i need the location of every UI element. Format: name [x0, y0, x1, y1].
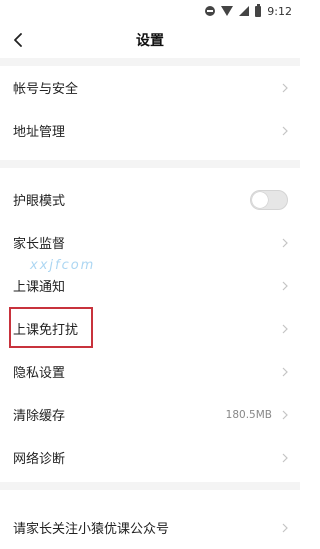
page-title: 设置 [136, 33, 164, 49]
settings-item-label: 隐私设置 [13, 366, 66, 381]
chevron-right-icon [282, 126, 288, 135]
settings-item-privacy[interactable]: 隐私设置 [0, 350, 300, 393]
settings-item-label: 地址管理 [13, 125, 66, 140]
settings-item-label: 帐号与安全 [13, 82, 79, 97]
section-divider [0, 160, 300, 168]
settings-item-label: 网络诊断 [13, 452, 66, 467]
chevron-right-icon [282, 324, 288, 333]
section-divider [0, 482, 300, 490]
settings-item-label: 请家长关注小猿优课公众号 [13, 522, 170, 537]
do-not-disturb-icon [205, 6, 216, 16]
wifi-icon [221, 6, 234, 16]
signal-icon [239, 6, 250, 16]
chevron-right-icon [282, 281, 288, 290]
chevron-right-icon [282, 523, 288, 532]
settings-group-follow: 请家长关注小猿优课公众号 [0, 506, 300, 549]
toggle-knob [252, 191, 268, 208]
settings-item-follow-official-account[interactable]: 请家长关注小猿优课公众号 [0, 506, 300, 549]
nav-bar: 设置 [0, 22, 300, 58]
status-bar: 9:12 [0, 0, 300, 22]
settings-group-account: 帐号与安全 地址管理 [0, 66, 300, 152]
settings-item-label: 上课免打扰 [13, 323, 79, 338]
watermark: xxjfcom [30, 258, 96, 273]
chevron-right-icon [282, 83, 288, 92]
settings-item-label: 上课通知 [13, 280, 66, 295]
settings-item-label: 清除缓存 [13, 409, 66, 424]
chevron-right-icon [282, 410, 288, 419]
chevron-right-icon [282, 367, 288, 376]
chevron-left-icon[interactable] [12, 33, 24, 47]
settings-item-address[interactable]: 地址管理 [0, 109, 300, 152]
settings-item-account-security[interactable]: 帐号与安全 [0, 66, 300, 109]
battery-icon [255, 3, 262, 17]
settings-item-eye-protection: 护眼模式 [0, 178, 300, 221]
settings-item-network-diagnosis[interactable]: 网络诊断 [0, 436, 300, 479]
chevron-right-icon [282, 453, 288, 462]
settings-item-label: 护眼模式 [13, 194, 66, 209]
settings-item-label: 家长监督 [13, 237, 66, 252]
eye-protection-toggle[interactable] [250, 189, 288, 210]
status-time: 9:12 [267, 4, 292, 18]
chevron-right-icon [282, 238, 288, 247]
settings-item-class-do-not-disturb[interactable]: 上课免打扰 [0, 307, 300, 350]
cache-size: 180.5MB [225, 408, 272, 421]
settings-group-general: 护眼模式 家长监督 上课通知 上课免打扰 隐私设置 清除缓存 180.5MB 网… [0, 178, 300, 479]
section-divider [0, 58, 300, 66]
settings-item-clear-cache[interactable]: 清除缓存 180.5MB [0, 393, 300, 436]
